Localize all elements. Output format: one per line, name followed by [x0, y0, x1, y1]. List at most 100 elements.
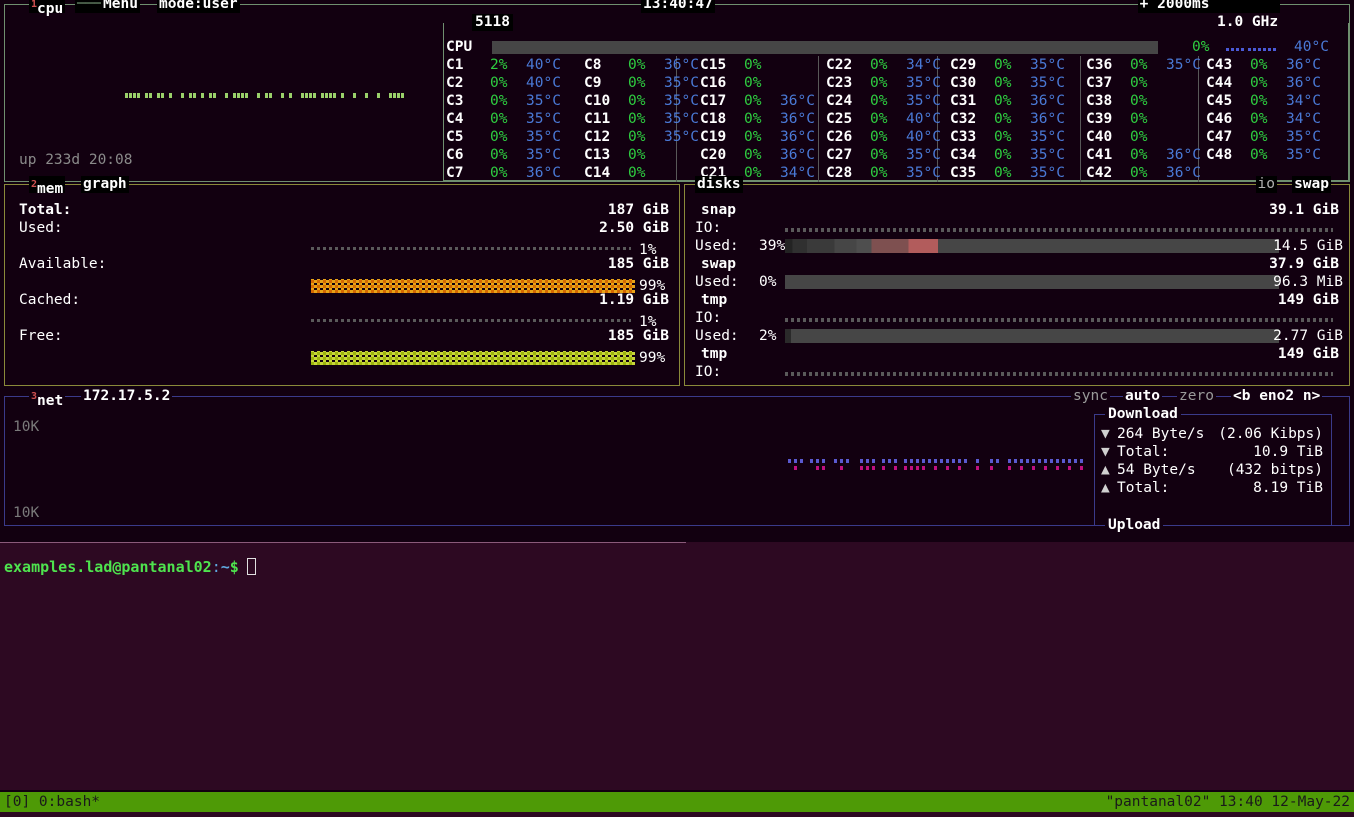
cpu-core-name: C8	[584, 57, 602, 73]
cpu-core-temp: 36°C	[780, 111, 815, 127]
net-interface-selector[interactable]: <b eno2 n>	[1231, 388, 1323, 405]
mem-graph-toggle[interactable]: graph	[81, 176, 129, 193]
cpu-core-column: C43 0% 36°C C44 0% 36°C C45 0% 34°C C46 0% 34°C C47 0…	[1206, 56, 1326, 164]
cpu-core-row: C12 0% 35°C	[584, 128, 704, 146]
cpu-core-row: C14 0%	[584, 164, 704, 182]
cpu-frequency-value: 1.0 GHz	[1217, 14, 1279, 30]
disks-io-toggle[interactable]: io	[1255, 176, 1277, 193]
cpu-core-column: C8 0% 36°C C9 0% 35°C C10 0% 35°C C11 0% 35°C C12 0% 3…	[584, 56, 704, 182]
net-stat-label: 54 Byte/s	[1117, 462, 1196, 478]
cpu-core-temp: 35°C	[906, 165, 941, 181]
mem-graph-toggle-label: graph	[83, 176, 127, 192]
cpu-core-temp: 35°C	[1286, 129, 1321, 145]
cpu-history-graph-svg	[125, 93, 404, 98]
status-bar-left[interactable]: [0] 0:bash*	[4, 792, 100, 812]
mem-row-value: 187 GiB	[607, 202, 669, 218]
disk-entry-header: swap 37.9 GiB	[685, 255, 1349, 273]
disks-swap-toggle[interactable]: swap	[1292, 176, 1331, 193]
cpu-core-name: C26	[826, 129, 853, 145]
cpu-core-column: C22 0% 34°C C23 0% 35°C C24 0% 35°C C25 0% 40°C C26 0…	[826, 56, 946, 182]
cpu-core-name: C24	[826, 93, 853, 109]
mem-row: Used: 2.50 GiB	[5, 219, 679, 237]
cpu-core-row: C26 0% 40°C	[826, 128, 946, 146]
cpu-core-row: C43 0% 36°C	[1206, 56, 1326, 74]
update-interval-value: 2000ms	[1157, 0, 1210, 12]
net-stat-value: (432 bitps)	[1226, 462, 1323, 478]
disk-used-value: 2.77 GiB	[1273, 328, 1343, 344]
cpu-core-percent: 0%	[628, 57, 646, 73]
disk-entry-header: snap 39.1 GiB	[685, 201, 1349, 219]
cpu-core-name: C35	[950, 165, 977, 181]
disk-used-value: 96.3 MiB	[1273, 274, 1343, 290]
mem-row: Available: 185 GiB	[5, 255, 679, 273]
cpu-core-percent: 0%	[1130, 129, 1148, 145]
disk-io-label: IO:	[695, 220, 722, 236]
download-arrow-icon: ▼	[1101, 444, 1110, 460]
clock-text: 13:40:47	[643, 0, 713, 12]
cpu-core-row: C30 0% 35°C	[950, 74, 1070, 92]
text-cursor[interactable]	[246, 558, 256, 575]
net-panel-title: 3net	[29, 388, 66, 409]
cpu-core-percent: 0%	[490, 93, 508, 109]
cpu-core-temp: 35°C	[1030, 75, 1065, 91]
upload-arrow-icon: ▲	[1101, 462, 1110, 478]
cpu-core-percent: 0%	[744, 75, 762, 91]
mem-row-label: Total:	[19, 202, 72, 218]
mem-usage-bar	[311, 247, 631, 250]
cpu-core-percent: 0%	[628, 111, 646, 127]
terminal-area[interactable]: examples.lad@pantanal02:~$	[0, 542, 1354, 790]
cpu-core-temp: 35°C	[526, 111, 561, 127]
cpu-core-temp: 34°C	[1286, 111, 1321, 127]
cpu-core-name: C32	[950, 111, 977, 127]
disk-used-percent: 39%	[759, 238, 786, 254]
cpu-core-name: C39	[1086, 111, 1113, 127]
cpu-core-row: C33 0% 35°C	[950, 128, 1070, 146]
cpu-core-temp: 34°C	[1286, 93, 1321, 109]
mem-usage-bar	[311, 351, 635, 365]
disk-used-label: Used:	[695, 238, 739, 254]
cpu-core-percent: 0%	[1130, 93, 1148, 109]
cpu-core-row: C34 0% 35°C	[950, 146, 1070, 164]
mem-row-value: 1.19 GiB	[599, 292, 669, 308]
cpu-core-row: C9 0% 35°C	[584, 74, 704, 92]
net-auto-button[interactable]: auto	[1123, 388, 1162, 405]
cpu-core-row: C7 0% 36°C	[446, 164, 566, 182]
cpu-core-name: C13	[584, 147, 611, 163]
net-traffic-graph-svg	[788, 459, 1083, 470]
net-stat-label: Total:	[1117, 480, 1170, 496]
cpu-core-row: C32 0% 36°C	[950, 110, 1070, 128]
cpu-core-percent: 0%	[994, 147, 1012, 163]
cpu-core-name: C40	[1086, 129, 1113, 145]
cpu-core-name: C15	[700, 57, 727, 73]
cpu-core-percent: 0%	[628, 75, 646, 91]
cpu-core-temp: 35°C	[526, 147, 561, 163]
cpu-core-percent: 0%	[1130, 75, 1148, 91]
net-sync-button[interactable]: sync	[1071, 388, 1110, 405]
cpu-core-row: C6 0% 35°C	[446, 146, 566, 164]
cpu-core-row: C40 0%	[1086, 128, 1206, 146]
cpu-core-row: C38 0%	[1086, 92, 1206, 110]
cpu-core-percent: 0%	[628, 93, 646, 109]
status-bar-underfill	[0, 812, 1354, 817]
disk-total: 149 GiB	[1277, 346, 1339, 362]
cpu-core-row: C31 0% 36°C	[950, 92, 1070, 110]
cpu-core-row: C5 0% 35°C	[446, 128, 566, 146]
cpu-core-percent: 0%	[1250, 111, 1268, 127]
cpu-core-name: C18	[700, 111, 727, 127]
cpu-core-temp: 40°C	[906, 111, 941, 127]
cpu-core-percent: 0%	[490, 165, 508, 181]
cpu-core-name: C25	[826, 111, 853, 127]
cpu-core-percent: 0%	[628, 165, 646, 181]
update-increase-icon[interactable]: +	[1140, 0, 1149, 12]
disk-io-row: IO:	[685, 219, 1349, 237]
cpu-core-percent: 0%	[994, 93, 1012, 109]
cpu-core-percent: 0%	[994, 111, 1012, 127]
disk-io-graph	[785, 318, 1333, 322]
cpu-core-name: C44	[1206, 75, 1233, 91]
mem-bar-row: 99%	[311, 349, 673, 367]
cpu-core-name: C11	[584, 111, 611, 127]
cpu-core-row: C8 0% 36°C	[584, 56, 704, 74]
cpu-core-percent: 0%	[994, 129, 1012, 145]
cpu-core-row: C36 0% 35°C	[1086, 56, 1206, 74]
net-zero-button[interactable]: zero	[1177, 388, 1216, 405]
